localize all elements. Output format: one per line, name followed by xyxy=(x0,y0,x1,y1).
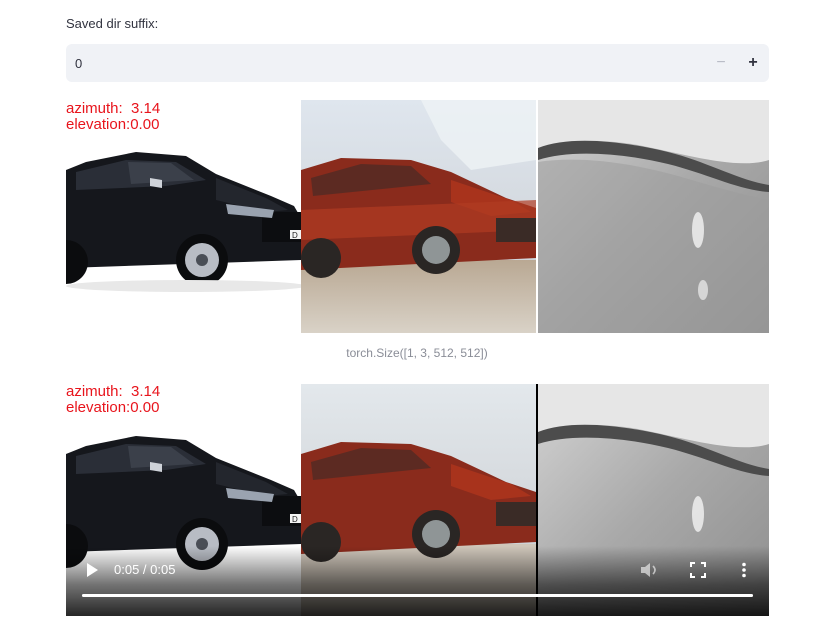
video-time-display: 0:05 / 0:05 xyxy=(114,562,176,577)
plate-text: D xyxy=(292,231,298,240)
reconstructed-car-illustration xyxy=(301,100,536,333)
shape-render-image xyxy=(538,100,769,333)
video-progress-bar[interactable] xyxy=(82,594,753,597)
reconstructed-render-image xyxy=(301,100,536,333)
increment-button[interactable]: + xyxy=(737,44,769,82)
elevation-label: elevation:0.00 xyxy=(66,399,160,416)
input-car-image: D azimuth: 3.14 elevation:0.00 xyxy=(66,100,301,333)
video-controls-bar: 0:05 / 0:05 xyxy=(66,546,769,616)
play-icon[interactable] xyxy=(84,562,100,578)
shaded-mesh-illustration xyxy=(538,100,769,333)
render-image-strip: D azimuth: 3.14 elevation:0.00 xyxy=(66,100,769,333)
plate-text: D xyxy=(292,515,298,524)
azimuth-label: azimuth: 3.14 xyxy=(66,384,161,400)
saved-dir-suffix-input: − + xyxy=(66,43,769,83)
video-player[interactable]: D azimuth: 3.14 elevation:0.00 0:05 / 0:… xyxy=(66,384,769,616)
azimuth-label: azimuth: 3.14 xyxy=(66,100,161,117)
tensor-size-caption: torch.Size([1, 3, 512, 512]) xyxy=(346,346,488,360)
more-options-icon[interactable] xyxy=(740,562,748,578)
saved-dir-suffix-field[interactable] xyxy=(66,43,705,83)
car-photo-illustration: D xyxy=(66,100,301,333)
volume-icon[interactable] xyxy=(640,562,660,578)
elevation-label: elevation:0.00 xyxy=(66,116,160,133)
decrement-button[interactable]: − xyxy=(705,44,737,82)
saved-dir-suffix-label: Saved dir suffix: xyxy=(66,16,159,31)
fullscreen-icon[interactable] xyxy=(690,562,706,578)
video-progress-fill xyxy=(82,594,753,597)
